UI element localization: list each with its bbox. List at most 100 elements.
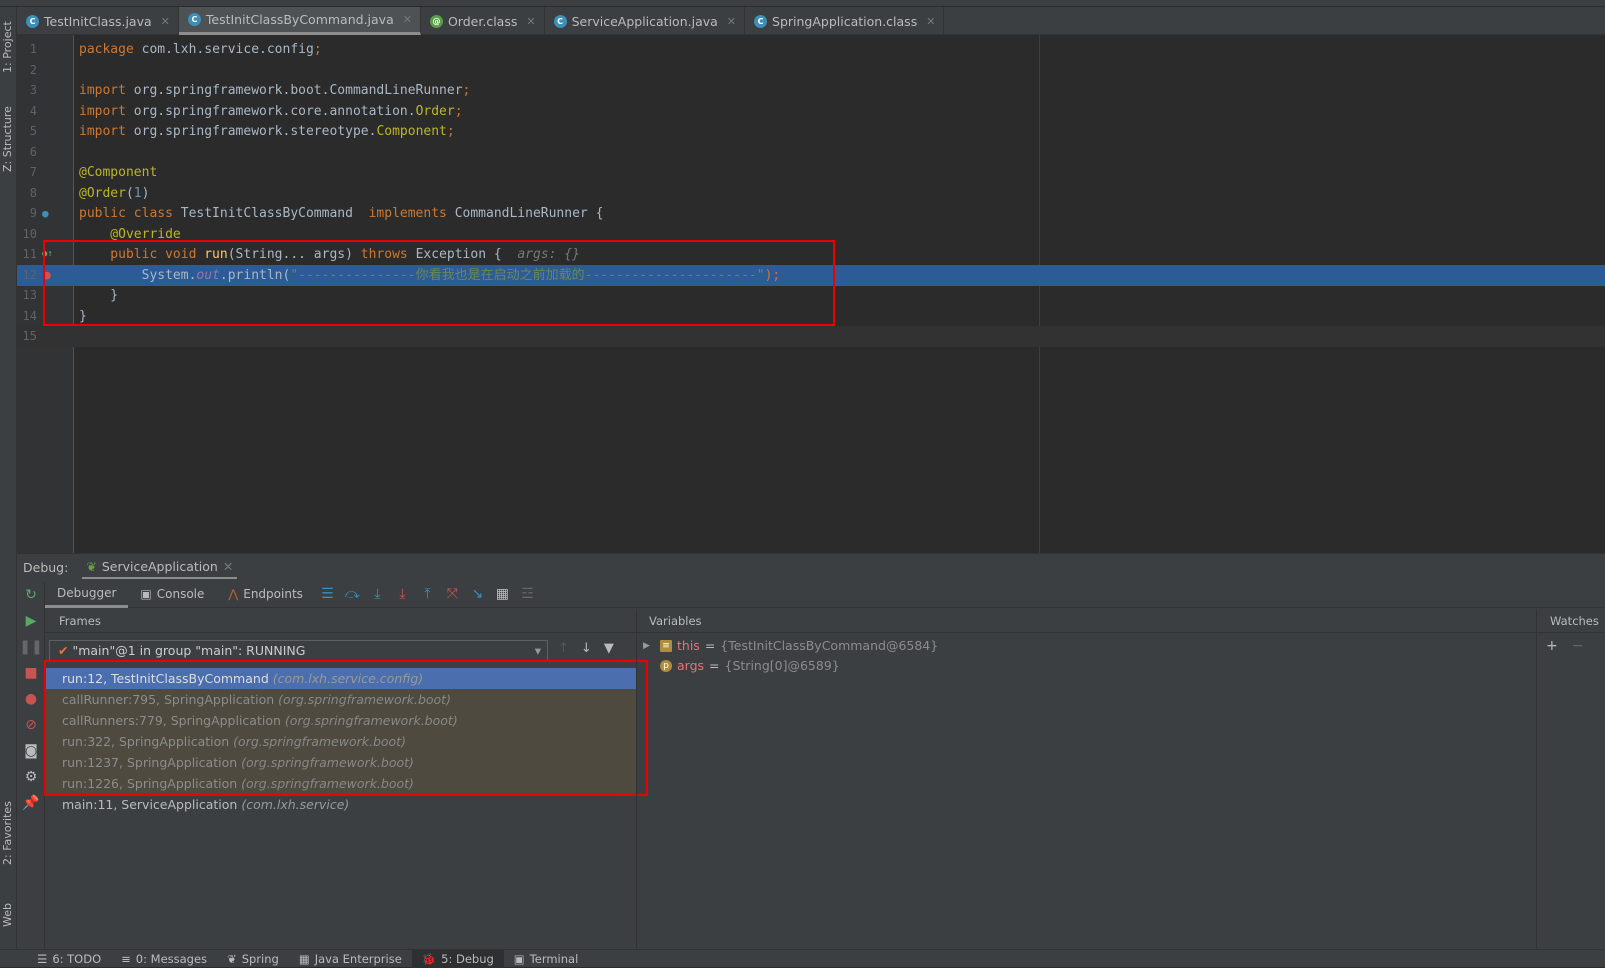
mute-breakpoints-icon[interactable]: ⊘ [17, 712, 45, 738]
code-line[interactable]: 3 import org.springframework.boot.Command… [17, 80, 1605, 101]
code-text: public class TestInitClassByCommand impl… [79, 203, 603, 224]
frame-row[interactable]: callRunner:795, SpringApplication (org.s… [45, 689, 636, 710]
step-out-icon[interactable]: ⤒ [415, 586, 440, 602]
view-breakpoints-icon[interactable]: ● [17, 686, 45, 712]
bottom-tab-label: Java Enterprise [314, 951, 402, 966]
bottom-tab-3[interactable]: ▦ Java Enterprise [289, 950, 412, 968]
close-icon[interactable]: ✕ [161, 15, 170, 28]
code-token: package [79, 42, 142, 57]
code-token: TestInitClassByCommand [180, 206, 369, 221]
code-line[interactable]: 12 System.out.println("---------------你看… [17, 264, 1605, 286]
close-icon[interactable]: ✕ [727, 15, 736, 28]
thread-selector[interactable]: ✔ "main"@1 in group "main": RUNNING ▾ [49, 640, 548, 662]
tab-2[interactable]: @ Order.class ✕ [421, 7, 545, 35]
tab-3[interactable]: C ServiceApplication.java ✕ [545, 7, 746, 35]
frame-row[interactable]: callRunners:779, SpringApplication (org.… [45, 710, 636, 731]
code-line[interactable]: 5 import org.springframework.stereotype.C… [17, 121, 1605, 142]
tab-4[interactable]: C SpringApplication.class ✕ [745, 7, 945, 35]
code-line[interactable]: 7 @Component [17, 162, 1605, 183]
tool-project[interactable]: 1: Project [1, 21, 14, 73]
tool-favorites[interactable]: 2: Favorites [1, 801, 14, 865]
debug-session-tab[interactable]: ❦ ServiceApplication ✕ [82, 556, 238, 579]
stop-icon[interactable]: ■ [17, 660, 45, 686]
tab-label: TestInitClass.java [44, 13, 152, 29]
bottom-tool-bar: ☰ 6: TODO ≡ 0: Messages ❦ Spring ▦ Java Enterpr… [0, 949, 1605, 968]
trace-icon[interactable]: ☲ [515, 586, 540, 602]
run-to-cursor-icon[interactable]: ↘ [465, 586, 490, 602]
code-line[interactable]: 14} [17, 306, 1605, 327]
frame-row[interactable]: run:322, SpringApplication (org.springfr… [45, 731, 636, 752]
code-line[interactable]: 11 public void run(String... args) throw… [17, 244, 1605, 265]
tab-1[interactable]: C TestInitClassByCommand.java ✕ [178, 7, 421, 35]
variable-row[interactable]: ▶ ≡ this = {TestInitClassByCommand@6584} [637, 636, 1536, 656]
code-line[interactable]: 15 [17, 326, 1605, 347]
tab-endpoints[interactable]: ⋀ Endpoints [216, 581, 315, 608]
code-line[interactable]: 8 @Order(1) [17, 183, 1605, 204]
bottom-tab-4[interactable]: 🐞 5: Debug [411, 949, 504, 968]
code-token: Exception [415, 247, 487, 262]
force-step-into-icon[interactable]: ⤓ [390, 586, 415, 602]
implemented-icon[interactable]: ● [42, 203, 49, 224]
step-over-icon[interactable]: ⤼ [340, 586, 365, 602]
code-line[interactable]: 9 public class TestInitClassByCommand imp… [17, 203, 1605, 224]
pin-icon[interactable]: 📌 [17, 790, 45, 816]
arrow-up-icon[interactable]: ↑ [558, 641, 569, 656]
code-token: @Order [79, 185, 126, 201]
code-token: ) [141, 185, 150, 201]
bottom-tab-5[interactable]: ▣ Terminal [504, 950, 588, 968]
close-icon[interactable]: ✕ [526, 15, 535, 28]
tab-0[interactable]: C TestInitClass.java ✕ [17, 7, 179, 35]
drop-frame-icon[interactable]: ⤧ [440, 586, 465, 602]
variable-row[interactable]: p args = {String[0]@6589} [637, 656, 1536, 676]
bottom-tab-0[interactable]: ☰ 6: TODO [27, 950, 111, 968]
field-icon: ≡ [660, 640, 672, 652]
code-line[interactable]: 4 import org.springframework.core.annotat… [17, 101, 1605, 122]
frame-row[interactable]: run:12, TestInitClassByCommand (com.lxh.… [45, 668, 636, 689]
pause-icon[interactable]: ❚❚ [17, 634, 45, 660]
bottom-tab-2[interactable]: ❦ Spring [217, 950, 289, 968]
close-icon[interactable]: ✕ [223, 559, 233, 574]
bottom-tab-1[interactable]: ≡ 0: Messages [111, 950, 217, 968]
rerun-icon[interactable]: ↻ [17, 582, 45, 608]
code-line[interactable]: 2 [17, 60, 1605, 81]
code-line[interactable]: 10 @Override [17, 224, 1605, 245]
code-text: import org.springframework.boot.CommandL… [79, 80, 470, 101]
tool-icon: ▣ [513, 951, 525, 966]
add-watch-icon[interactable]: + [1546, 638, 1558, 654]
line-number: 6 [29, 144, 37, 159]
tool-web[interactable]: Web [1, 903, 14, 927]
tab-label: Order.class [447, 13, 518, 29]
close-icon[interactable]: ✕ [926, 15, 935, 28]
filter-icon[interactable]: ▼ [604, 641, 614, 656]
frames-header: Frames [45, 609, 636, 633]
tab-console[interactable]: ▣ Console [128, 581, 216, 608]
frame-method: callRunner:795, SpringApplication [62, 692, 275, 707]
code-line[interactable]: 1 package com.lxh.service.config; [17, 39, 1605, 60]
remove-watch-icon[interactable]: − [1572, 638, 1584, 654]
line-number: 15 [22, 329, 37, 343]
variables-panel: Variables ▶ ≡ this = {TestInitClassByCommand… [636, 609, 1536, 949]
close-icon[interactable]: ✕ [403, 13, 412, 26]
frame-row[interactable]: run:1226, SpringApplication (org.springf… [45, 773, 636, 794]
breakpoint-icon[interactable]: ● [43, 265, 51, 286]
step-into-icon[interactable]: ⤓ [365, 586, 390, 602]
layout-icon[interactable]: ☰ [315, 586, 340, 602]
override-icon[interactable]: ●↑ [42, 244, 53, 265]
tab-debugger[interactable]: Debugger [45, 581, 129, 608]
settings-icon[interactable]: ⚙ [17, 764, 45, 790]
resume-icon[interactable]: ▶ [17, 608, 45, 634]
debug-side-toolbar: ↻ ▶ ❚❚ ■ ● ⊘ ◙ ⚙ 📌 [17, 582, 45, 949]
evaluate-expression-icon[interactable]: ▦ [490, 586, 515, 602]
tool-structure[interactable]: Z: Structure [1, 106, 14, 172]
frame-row[interactable]: main:11, ServiceApplication (com.lxh.ser… [45, 794, 636, 815]
code-line[interactable]: 6 [17, 142, 1605, 163]
arrow-down-icon[interactable]: ↓ [581, 641, 592, 656]
frame-package: (org.springframework.boot) [241, 776, 414, 791]
left-tool-strip: 1: Project Z: Structure 2: Favorites Web [0, 7, 17, 949]
frame-method: run:1237, SpringApplication [62, 755, 238, 770]
bottom-tab-label: Terminal [529, 951, 579, 966]
code-token: implements [368, 206, 455, 221]
frame-row[interactable]: run:1237, SpringApplication (org.springf… [45, 752, 636, 773]
code-line[interactable]: 13 } [17, 285, 1605, 306]
camera-icon[interactable]: ◙ [17, 738, 45, 764]
